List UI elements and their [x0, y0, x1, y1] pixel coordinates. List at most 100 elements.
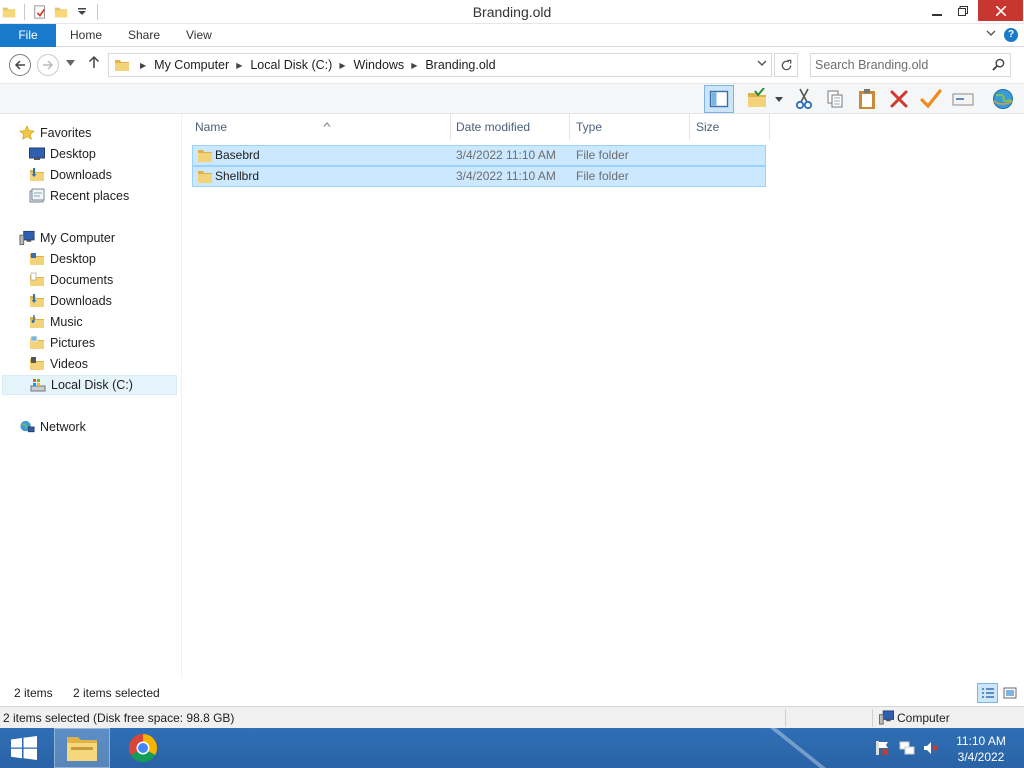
delete-button[interactable] — [884, 85, 914, 113]
address-bar[interactable]: ▶ My Computer ▶ Local Disk (C:) ▶ Window… — [108, 53, 772, 77]
taskbar-file-explorer[interactable] — [54, 728, 110, 768]
computer-icon — [19, 230, 35, 246]
file-type: File folder — [576, 169, 629, 183]
star-icon — [19, 125, 35, 141]
recent-locations-dropdown[interactable] — [66, 58, 75, 68]
column-header-date[interactable]: Date modified — [450, 114, 570, 140]
start-button[interactable] — [10, 736, 38, 760]
paste-button[interactable] — [852, 85, 882, 113]
nav-item-label: Videos — [50, 357, 88, 371]
breadcrumb-my-computer[interactable]: My Computer — [154, 58, 229, 72]
music-folder-icon — [29, 314, 45, 330]
nav-local-disk[interactable]: Local Disk (C:) — [2, 375, 177, 395]
tab-share[interactable]: Share — [128, 24, 160, 47]
check-button[interactable] — [916, 85, 946, 113]
folder-icon — [197, 148, 213, 166]
nav-my-computer-label: My Computer — [40, 231, 116, 245]
nav-favorites[interactable]: Favorites — [19, 123, 194, 143]
copy-icon — [827, 90, 843, 108]
volume-muted-icon[interactable] — [922, 740, 940, 756]
globe-button[interactable] — [988, 85, 1018, 113]
table-row[interactable]: Shellbrd 3/4/2022 11:10 AM File folder — [192, 166, 766, 187]
windows-logo-icon — [11, 736, 37, 760]
up-arrow-icon — [88, 55, 100, 68]
properties-dropdown[interactable] — [770, 85, 788, 113]
sort-ascending-icon — [323, 112, 331, 138]
nav-favorites-recent-places[interactable]: Recent places — [29, 186, 204, 206]
downloads-folder-icon — [29, 293, 45, 309]
nav-item-label: Local Disk (C:) — [51, 378, 133, 392]
restore-button[interactable] — [950, 0, 976, 22]
nav-item-label: Documents — [50, 273, 114, 287]
back-button[interactable] — [9, 54, 31, 76]
search-box[interactable] — [810, 53, 1011, 77]
details-view-button[interactable] — [977, 683, 998, 703]
tab-home[interactable]: Home — [70, 24, 102, 47]
breadcrumb-branding-old[interactable]: Branding.old — [425, 58, 495, 72]
nav-item-label: Downloads — [50, 168, 112, 182]
close-button[interactable] — [978, 0, 1023, 21]
nav-network-label: Network — [40, 420, 86, 434]
check-icon — [920, 89, 942, 109]
nav-computer-pictures[interactable]: Pictures — [29, 333, 204, 353]
action-center-icon[interactable] — [873, 740, 891, 756]
file-name: Shellbrd — [215, 169, 260, 183]
nav-computer-documents[interactable]: Documents — [29, 270, 204, 290]
folder-icon — [197, 169, 213, 187]
search-input[interactable] — [815, 57, 985, 73]
selected-count: 2 items selected — [73, 686, 160, 700]
title-bar: Branding.old — [0, 0, 1024, 24]
rename-button[interactable] — [948, 85, 978, 113]
taskbar-chrome[interactable] — [115, 728, 171, 768]
preview-pane-button[interactable] — [704, 85, 734, 113]
nav-computer-downloads[interactable]: Downloads — [29, 291, 204, 311]
network-tray-icon[interactable] — [898, 740, 916, 756]
chevron-down-icon — [757, 60, 767, 66]
chevron-right-icon[interactable]: ▶ — [236, 61, 242, 70]
breadcrumb-windows[interactable]: Windows — [353, 58, 404, 72]
breadcrumb-local-disk[interactable]: Local Disk (C:) — [250, 58, 332, 72]
large-icons-view-button[interactable] — [999, 683, 1020, 703]
forward-button[interactable] — [37, 54, 59, 76]
file-list: Name Date modified Type Size Basebrd 3/4… — [182, 114, 1024, 678]
column-header-size[interactable]: Size — [690, 114, 770, 140]
help-icon[interactable]: ? — [1004, 28, 1018, 42]
table-row[interactable]: Basebrd 3/4/2022 11:10 AM File folder — [192, 145, 766, 166]
copy-button[interactable] — [820, 85, 850, 113]
nav-computer-desktop[interactable]: Desktop — [29, 249, 204, 269]
address-history-dropdown[interactable] — [757, 59, 767, 69]
chevron-right-icon[interactable]: ▶ — [339, 61, 345, 70]
chevron-right-icon[interactable]: ▶ — [140, 61, 146, 70]
file-date: 3/4/2022 11:10 AM — [456, 169, 556, 183]
recent-places-icon — [29, 188, 45, 204]
clock[interactable]: 11:10 AM 3/4/2022 — [948, 733, 1014, 765]
chevron-right-icon[interactable]: ▶ — [411, 61, 417, 70]
column-header-type[interactable]: Type — [570, 114, 690, 140]
details-bar: 2 items selected (Disk free space: 98.8 … — [0, 706, 1024, 728]
refresh-button[interactable] — [774, 53, 798, 77]
nav-favorites-desktop[interactable]: Desktop — [29, 144, 204, 164]
nav-item-label: Music — [50, 315, 83, 329]
globe-icon — [993, 89, 1013, 109]
tab-file[interactable]: File — [0, 24, 56, 47]
nav-favorites-downloads[interactable]: Downloads — [29, 165, 204, 185]
nav-network[interactable]: Network — [19, 417, 194, 437]
preview-pane-icon — [709, 90, 729, 108]
window-title: Branding.old — [472, 4, 552, 20]
cut-button[interactable] — [789, 85, 819, 113]
nav-computer-music[interactable]: Music — [29, 312, 204, 332]
column-header-name[interactable]: Name — [189, 114, 451, 140]
properties-folder-button[interactable] — [742, 85, 772, 113]
expand-ribbon-icon[interactable] — [986, 29, 996, 40]
computer-icon — [878, 710, 895, 728]
search-icon[interactable] — [992, 58, 1005, 74]
nav-computer-videos[interactable]: Videos — [29, 354, 204, 374]
nav-item-label: Downloads — [50, 294, 112, 308]
tab-view[interactable]: View — [186, 24, 212, 47]
minimize-button[interactable] — [924, 0, 950, 22]
large-icons-view-icon — [1003, 687, 1016, 699]
drive-icon — [30, 377, 46, 393]
up-button[interactable] — [88, 55, 100, 73]
nav-my-computer[interactable]: My Computer — [19, 228, 194, 248]
back-arrow-icon — [14, 60, 25, 70]
